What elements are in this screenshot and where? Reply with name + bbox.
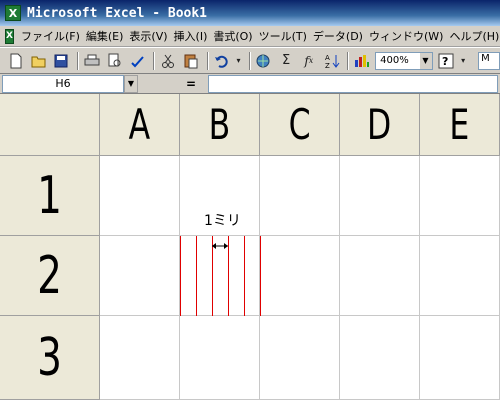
menu-insert[interactable]: 挿入(I) [171, 28, 211, 44]
cell-d2[interactable] [340, 236, 420, 316]
svg-text:?: ? [442, 55, 448, 68]
document-icon[interactable]: X [5, 28, 14, 44]
cut-icon[interactable] [158, 51, 178, 71]
font-name-box[interactable]: M [478, 51, 500, 70]
cell-c3[interactable] [260, 316, 340, 400]
cell-e2[interactable] [420, 236, 500, 316]
function-icon[interactable]: fx [299, 51, 319, 71]
cell-a2[interactable] [100, 236, 180, 316]
menu-edit[interactable]: 編集(E) [83, 28, 127, 44]
menu-help[interactable]: ヘルプ(H) [446, 28, 500, 44]
red-line [180, 236, 181, 316]
formula-bar: H6 ▼ = [0, 74, 500, 94]
dropdown-arrow-icon[interactable]: ▾ [459, 51, 467, 71]
menu-bar: X ファイル(F) 編集(E) 表示(V) 挿入(I) 書式(O) ツール(T)… [0, 26, 500, 47]
sort-ascending-icon[interactable]: AZ [322, 51, 342, 71]
cell-a1[interactable] [100, 156, 180, 236]
toolbar-separator [248, 51, 251, 70]
toolbar-separator [77, 51, 80, 70]
cell-d3[interactable] [340, 316, 420, 400]
column-header-e[interactable]: E [420, 94, 500, 156]
chart-wizard-icon[interactable] [352, 51, 372, 71]
row-header-3[interactable]: 3 [0, 316, 100, 400]
menu-data[interactable]: データ(D) [310, 28, 366, 44]
undo-icon[interactable] [212, 51, 232, 71]
paste-icon[interactable] [181, 51, 201, 71]
column-header-a[interactable]: A [100, 94, 180, 156]
title-bar: X Microsoft Excel - Book1 [0, 0, 500, 26]
excel-app-icon[interactable]: X [5, 5, 21, 21]
cell-e1[interactable] [420, 156, 500, 236]
double-arrow-icon [212, 243, 228, 249]
toolbar-separator [347, 51, 350, 70]
menu-file[interactable]: ファイル(F) [18, 28, 83, 44]
column-header-b[interactable]: B [180, 94, 260, 156]
formula-input[interactable] [208, 74, 498, 93]
toolbar-separator [206, 51, 209, 70]
menu-tools[interactable]: ツール(T) [256, 28, 310, 44]
window-title: Microsoft Excel - Book1 [27, 5, 208, 21]
cell-b3[interactable] [180, 316, 260, 400]
help-icon[interactable]: ? [437, 51, 457, 71]
save-icon[interactable] [51, 51, 71, 71]
spreadsheet-grid: A B C D E 1 2 3 1ミリ [0, 94, 500, 400]
red-line [260, 236, 261, 316]
column-header-c[interactable]: C [260, 94, 340, 156]
zoom-value: 400% [380, 55, 409, 66]
select-all-corner[interactable] [0, 94, 100, 156]
equals-button[interactable]: = [180, 75, 202, 93]
red-line [244, 236, 245, 316]
cell-c2[interactable] [260, 236, 340, 316]
svg-text:A: A [325, 54, 330, 62]
menu-view[interactable]: 表示(V) [126, 28, 170, 44]
autosum-icon[interactable]: Σ [276, 51, 296, 71]
print-icon[interactable] [82, 51, 102, 71]
standard-toolbar: ▾ Σ fx AZ 400% ▼ ? ▾ M [0, 47, 500, 74]
chevron-down-icon[interactable]: ▼ [419, 52, 432, 69]
chevron-down-icon[interactable]: ▼ [124, 74, 138, 93]
row-header-1[interactable]: 1 [0, 156, 100, 236]
svg-text:Z: Z [325, 62, 330, 69]
menu-window[interactable]: ウィンドウ(W) [366, 28, 446, 44]
new-file-icon[interactable] [6, 51, 26, 71]
menu-format[interactable]: 書式(O) [210, 28, 255, 44]
cell-e3[interactable] [420, 316, 500, 400]
zoom-select[interactable]: 400% ▼ [375, 51, 433, 70]
insert-hyperlink-icon[interactable] [254, 51, 274, 71]
annotation-label: 1ミリ [204, 213, 241, 229]
open-folder-icon[interactable] [29, 51, 49, 71]
cell-d1[interactable] [340, 156, 420, 236]
print-preview-icon[interactable] [105, 51, 125, 71]
cell-a3[interactable] [100, 316, 180, 400]
name-box[interactable]: H6 [2, 74, 124, 93]
spelling-icon[interactable] [128, 51, 148, 71]
column-header-d[interactable]: D [340, 94, 420, 156]
row-header-2[interactable]: 2 [0, 236, 100, 316]
dropdown-arrow-icon[interactable]: ▾ [235, 51, 243, 71]
toolbar-separator [153, 51, 156, 70]
cell-c1[interactable] [260, 156, 340, 236]
red-line [196, 236, 197, 316]
